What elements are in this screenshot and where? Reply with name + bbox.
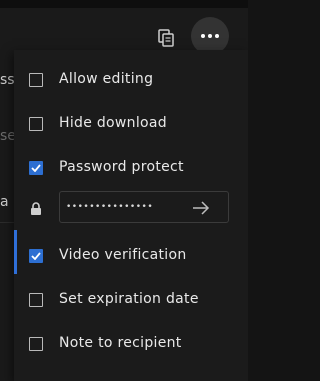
copy-icon xyxy=(158,29,174,47)
lock-icon xyxy=(31,202,41,215)
checkbox-note-to-recipient[interactable] xyxy=(29,337,43,351)
checkbox-set-expiration-date[interactable] xyxy=(29,293,43,307)
checkbox-allow-editing[interactable] xyxy=(29,73,43,87)
menu-item-password-protect[interactable]: Password protect xyxy=(14,142,248,186)
checkmark-icon xyxy=(31,252,41,260)
password-field[interactable] xyxy=(59,191,229,223)
background-text-partial: ss xyxy=(0,72,15,88)
menu-item-label: Allow editing xyxy=(59,71,154,87)
menu-item-set-expiration-date[interactable]: Set expiration date xyxy=(14,274,248,318)
menu-item-label: Hide download xyxy=(59,115,167,131)
app-window: ss se a Allow editing Hide download Pass… xyxy=(0,0,248,381)
active-indicator xyxy=(14,230,17,274)
share-options-menu: Allow editing Hide download Password pro… xyxy=(14,50,248,381)
arrow-right-icon[interactable] xyxy=(192,200,210,216)
background-text-partial: a xyxy=(0,194,9,210)
checkbox-hide-download[interactable] xyxy=(29,117,43,131)
checkbox-password-protect[interactable] xyxy=(29,161,43,175)
top-strip xyxy=(0,0,248,8)
menu-item-label: Password protect xyxy=(59,159,184,175)
menu-item-hide-download[interactable]: Hide download xyxy=(14,98,248,142)
password-row xyxy=(14,188,248,228)
checkbox-video-verification[interactable] xyxy=(29,249,43,263)
divider xyxy=(0,222,14,223)
menu-item-note-to-recipient[interactable]: Note to recipient xyxy=(14,318,248,362)
more-options-icon xyxy=(201,34,219,38)
menu-item-video-verification[interactable]: Video verification xyxy=(14,230,248,274)
menu-item-label: Note to recipient xyxy=(59,335,182,351)
password-input[interactable] xyxy=(66,199,186,215)
menu-item-label: Set expiration date xyxy=(59,291,199,307)
checkmark-icon xyxy=(31,164,41,172)
menu-item-label: Video verification xyxy=(59,247,187,263)
menu-item-allow-editing[interactable]: Allow editing xyxy=(14,54,248,98)
copy-button[interactable] xyxy=(156,28,176,48)
